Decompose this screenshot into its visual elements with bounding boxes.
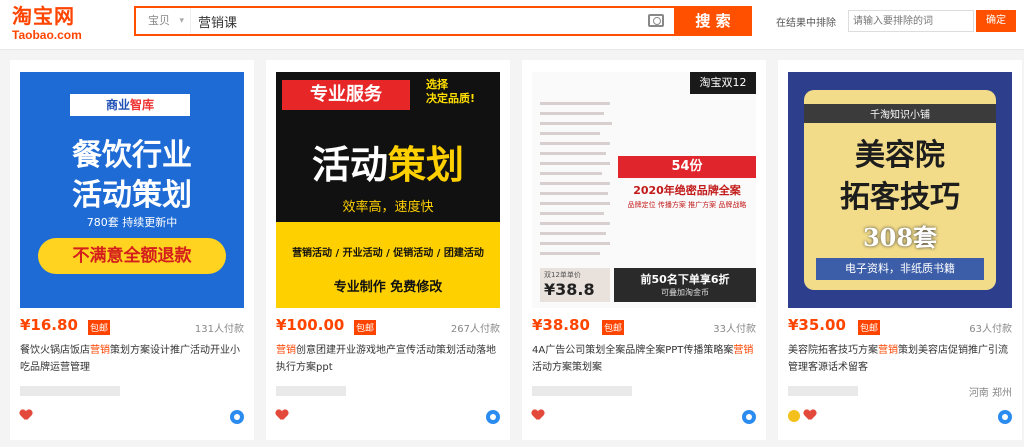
wangwang-chat-icon[interactable] [742,410,756,424]
product-title[interactable]: 美容院拓客技巧方案营销策划美容店促销推广引流管理客源话术留客 [788,342,1014,376]
taobao-logo[interactable]: 淘宝网 Taobao.com [12,4,120,44]
image-scroll: 千淘知识小铺 美容院 拓客技巧 308套 电子资料，非纸质书籍 [804,90,996,290]
image-text-line [540,242,610,245]
exclude-input[interactable] [848,10,974,32]
image-text-line [540,192,608,195]
wangwang-chat-icon[interactable] [486,410,500,424]
product-image[interactable]: 商业智库 餐饮行业 活动策划 780套 持续更新中 不满意全额退款 [20,72,244,308]
image-promo-box: 前50名下单享6折 可叠加淘金币 [614,268,756,302]
image-text-line [540,212,604,215]
sold-count: 33人付款 [713,324,756,335]
free-shipping-tag: 包邮 [354,320,377,335]
product-title[interactable]: 餐饮火锅店饭店营销策划方案设计推广活动开业小吃品牌运营管理 [20,342,246,376]
logo-en: Taobao.com [12,28,82,42]
image-text-line [540,112,604,115]
shop-name[interactable] [788,386,858,396]
free-shipping-tag: 包邮 [858,320,881,335]
shop-name[interactable] [532,386,632,396]
image-text-line [540,132,600,135]
shop-name[interactable] [20,386,120,396]
product-card[interactable]: 淘宝双12 54份 2020年绝密品牌全案 品牌定位 传播方案 推广方案 品牌战… [522,60,766,440]
image-count: 54份 [618,156,756,178]
sold-count: 267人付款 [450,324,500,335]
image-slogan: 选择 决定品质! [426,78,476,105]
image-text-line [540,252,600,255]
image-count: 308套 [862,223,938,252]
image-service-list: 营销活动 / 开业活动 / 促销活动 / 团建活动 [292,248,484,259]
product-image[interactable]: 专业服务 选择 决定品质! 活动策划 效率高，速度快 营销活动 / 开业活动 / … [276,72,500,308]
image-subtitle: 780套 持续更新中 [86,216,178,229]
image-promo-main: 前50名下单享6折 [640,273,730,286]
image-footer-band: 营销活动 / 开业活动 / 促销活动 / 团建活动 专业制作 免费修改 [276,222,500,308]
heart-icon [20,410,32,421]
shop-name[interactable] [276,386,346,396]
shop-logo: 商业智库 [70,94,190,116]
image-text-line [540,122,612,125]
image-promo-tag: 淘宝双12 [690,72,756,94]
image-headline: 拓客技巧 [840,180,960,215]
chevron-down-icon: ▾ [179,16,184,26]
product-price: ¥100.00 [276,316,345,334]
image-headline: 活动策划 [311,143,465,187]
image-text-line [540,152,606,155]
image-subtitle: 效率高，速度快 [342,200,434,215]
image-text-line [540,182,610,185]
image-banner: 专业服务 [282,80,410,110]
image-service-note: 专业制作 免费修改 [333,280,443,295]
top-header: 淘宝网 Taobao.com 宝贝 ▾ 搜 索 在结果中排除 确定 [0,0,1024,50]
exclude-confirm-button[interactable]: 确定 [976,10,1016,32]
product-price: ¥38.80 [532,316,590,334]
image-refund-pill: 不满意全额退款 [38,238,226,274]
product-title[interactable]: 营销创意团建开业游戏地产宣传活动策划活动落地执行方案ppt [276,342,502,376]
image-headline: 美容院 [855,138,945,173]
image-promo-sub: 可叠加淘金币 [661,288,709,297]
product-card[interactable]: 商业智库 餐饮行业 活动策划 780套 持续更新中 不满意全额退款 ¥16.80… [10,60,254,440]
sold-count: 63人付款 [969,324,1012,335]
search-scope-select[interactable]: 宝贝 ▾ [136,8,191,34]
search-button[interactable]: 搜 索 [674,6,752,36]
wangwang-chat-icon[interactable] [230,410,244,424]
search-box: 宝贝 ▾ 搜 索 [134,6,752,36]
image-price-value: ¥38.8 [544,280,595,299]
product-image[interactable]: 千淘知识小铺 美容院 拓客技巧 308套 电子资料，非纸质书籍 [788,72,1012,308]
image-text-line [540,202,610,205]
image-text-line [540,172,602,175]
image-headline: 活动策划 [72,178,192,213]
camera-icon[interactable] [648,14,664,27]
free-shipping-tag: 包邮 [602,320,625,335]
image-text-line [540,142,610,145]
sold-count: 131人付款 [194,324,244,335]
heart-icon [532,410,544,421]
image-text-line [540,102,610,105]
exclude-label: 在结果中排除 [776,18,836,29]
image-text-line [540,232,606,235]
heart-icon [276,410,288,421]
search-input[interactable] [198,8,668,34]
image-text-line [540,222,610,225]
product-card[interactable]: 专业服务 选择 决定品质! 活动策划 效率高，速度快 营销活动 / 开业活动 / … [266,60,510,440]
product-card[interactable]: 千淘知识小铺 美容院 拓客技巧 308套 电子资料，非纸质书籍 ¥35.00 包… [778,60,1022,440]
image-price-label: 双12单单价 [544,271,581,279]
image-note: 电子资料，非纸质书籍 [816,258,984,280]
product-price: ¥35.00 [788,316,846,334]
image-price-box: 双12单单价 ¥38.8 [540,268,610,302]
image-headline: 2020年绝密品牌全案 [633,184,741,197]
logo-cn: 淘宝网 [12,4,75,28]
heart-icon [804,410,816,421]
product-title[interactable]: 4A广告公司策划全案品牌全案PPT传播策略案营销活动方案策划案 [532,342,758,376]
product-price: ¥16.80 [20,316,78,334]
wangwang-chat-icon[interactable] [998,410,1012,424]
free-shipping-tag: 包邮 [88,320,111,335]
image-text-line [540,162,610,165]
location: 河南 郑州 [968,388,1012,399]
product-image[interactable]: 淘宝双12 54份 2020年绝密品牌全案 品牌定位 传播方案 推广方案 品牌战… [532,72,756,308]
crown-icon [788,410,800,422]
image-shop-name: 千淘知识小铺 [804,104,996,123]
image-headline: 餐饮行业 [72,138,192,173]
image-subtitle: 品牌定位 传播方案 推广方案 品牌战略 [627,201,747,209]
search-scope-label: 宝贝 [148,14,170,27]
